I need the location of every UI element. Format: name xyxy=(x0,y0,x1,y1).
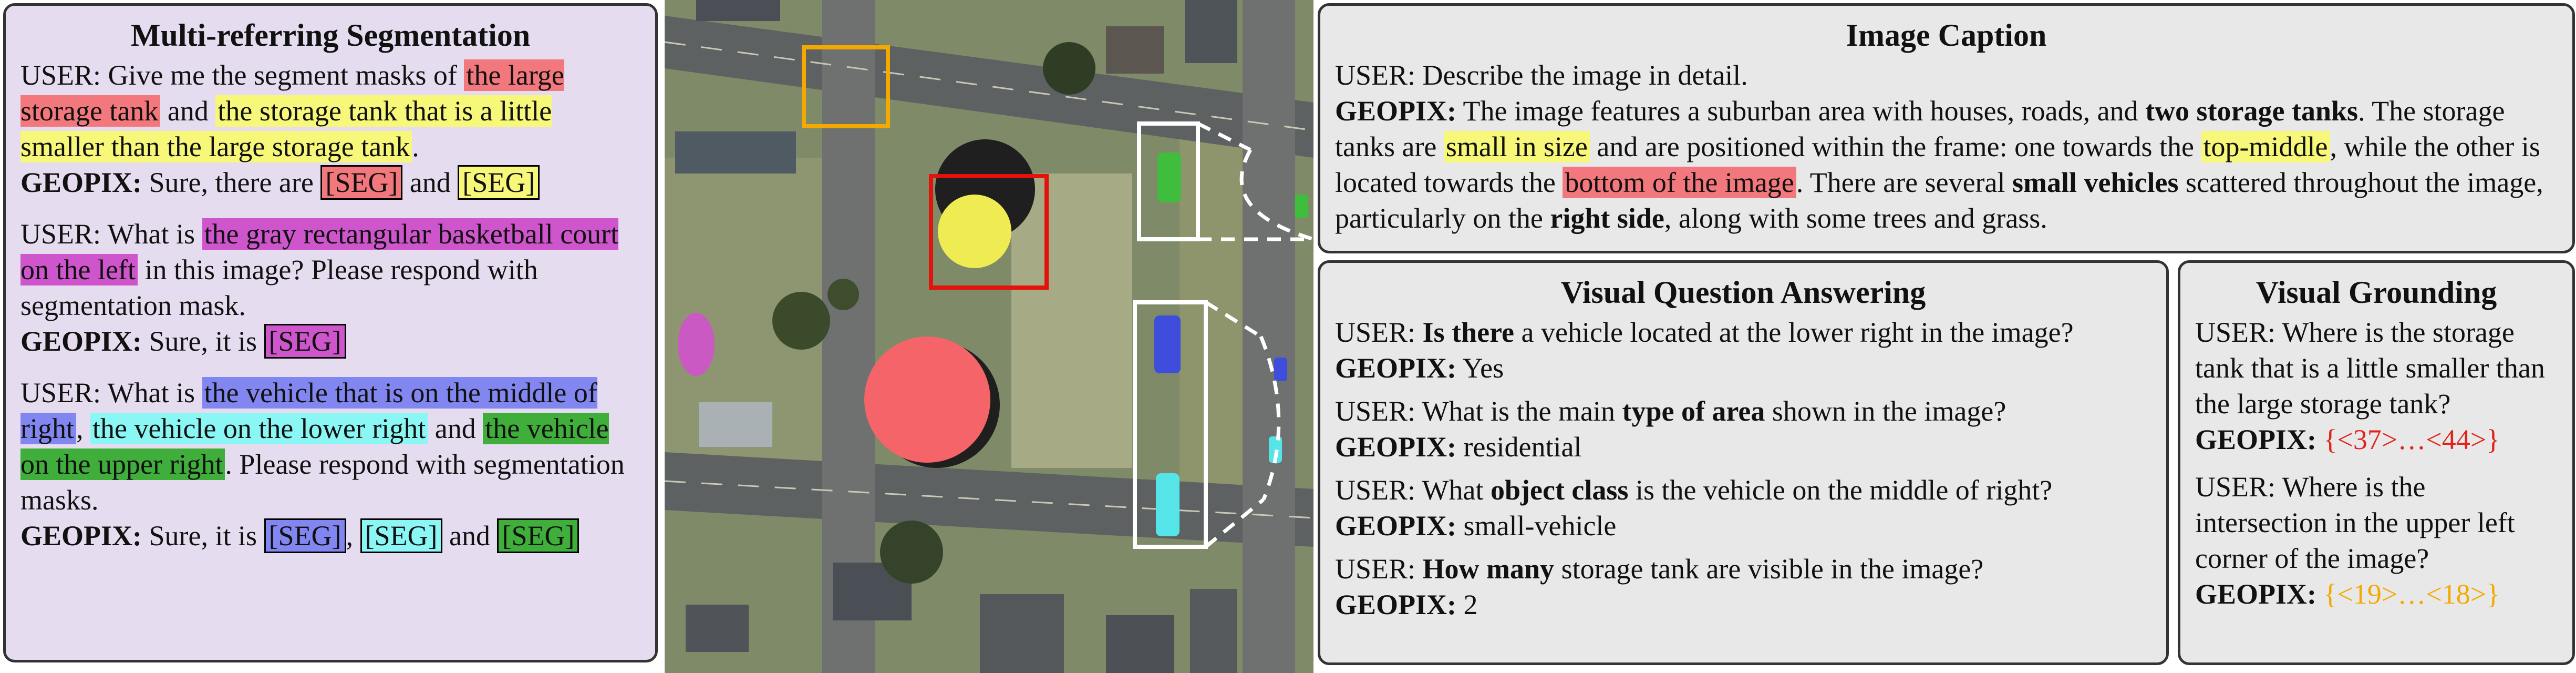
caption-geopix-label: GEOPIX: xyxy=(1335,95,1457,127)
q1-geopix-label: GEOPIX: xyxy=(20,167,142,198)
multi-referring-segmentation-panel: Multi-referring Segmentation USER: Give … xyxy=(3,3,658,662)
vg-a1: {<37>…<44>} xyxy=(2323,424,2500,455)
multi-example-3: USER: What is the vehicle that is on the… xyxy=(20,375,640,554)
vg-item-1: USER: Where is the storage tank that is … xyxy=(2195,314,2558,457)
visual-question-answering-panel: Visual Question Answering USER: Is there… xyxy=(1318,260,2169,665)
q3-seg-token-green: [SEG] xyxy=(497,518,580,553)
caption-h2: top-middle xyxy=(2201,131,2330,162)
q2-seg-token-magenta: [SEG] xyxy=(264,324,346,359)
q3-ref-lower-right-vehicle: the vehicle on the lower right xyxy=(90,413,428,444)
vqa-a1-label: GEOPIX: xyxy=(1335,352,1457,384)
multi-example-1: USER: Give me the segment masks of the l… xyxy=(20,57,640,200)
caption-b2: small vehicles xyxy=(2012,167,2179,198)
q3-and: and xyxy=(434,413,476,444)
aerial-scene-image xyxy=(665,0,1313,673)
vg-q2: USER: Where is the intersection in the u… xyxy=(2195,471,2515,574)
q1-and: and xyxy=(167,95,209,127)
vqa-a3-label: GEOPIX: xyxy=(1335,510,1457,542)
vqa-q2-a: USER: What is the main xyxy=(1335,395,1615,427)
caption-t5: . There are several xyxy=(1796,167,2005,198)
vqa-a4-label: GEOPIX: xyxy=(1335,589,1457,620)
q1-geopix-text: Sure, there are xyxy=(149,167,314,198)
q3-seg-comma: , xyxy=(346,520,354,552)
vqa-q2-c: shown in the image? xyxy=(1772,395,2006,427)
q1-seg-token-red: [SEG] xyxy=(320,165,403,200)
caption-b1: two storage tanks xyxy=(2145,95,2358,127)
vg-q1: USER: Where is the storage tank that is … xyxy=(2195,317,2545,420)
q1-user: USER: Give me the segment masks of xyxy=(20,59,457,91)
vqa-title: Visual Question Answering xyxy=(1560,275,1926,310)
caption-h3: bottom of the image xyxy=(1563,167,1796,198)
vqa-q3-b: object class xyxy=(1491,474,1629,506)
q3-geopix-label: GEOPIX: xyxy=(20,520,142,552)
vqa-q3-c: is the vehicle on the middle of right? xyxy=(1635,474,2053,506)
q2-geopix-text: Sure, it is xyxy=(149,325,257,357)
vqa-item-4: USER: How many storage tank are visible … xyxy=(1335,551,2151,623)
vg-title: Visual Grounding xyxy=(2256,275,2497,310)
image-caption-panel: Image Caption USER: Describe the image i… xyxy=(1318,3,2575,253)
vqa-q2-b: type of area xyxy=(1622,395,1765,427)
caption-t3: and are positioned within the frame: one… xyxy=(1597,131,2195,162)
q3-comma: , xyxy=(76,413,84,444)
q3-seg-token-cyan: [SEG] xyxy=(360,518,442,553)
q3-seg-token-blue: [SEG] xyxy=(264,518,346,553)
vqa-a1: Yes xyxy=(1462,352,1504,384)
vqa-q4-a: USER: xyxy=(1335,553,1416,585)
q2-user: USER: What is xyxy=(20,218,195,250)
q1-seg-and: and xyxy=(409,167,451,198)
vg-a1-label: GEOPIX: xyxy=(2195,424,2317,455)
multi-title: Multi-referring Segmentation xyxy=(130,18,531,53)
q3-seg-and: and xyxy=(449,520,490,552)
vqa-q3-a: USER: What xyxy=(1335,474,1484,506)
vqa-a2-label: GEOPIX: xyxy=(1335,431,1457,463)
vqa-a3: small-vehicle xyxy=(1463,510,1617,542)
caption-user: USER: Describe the image in detail. xyxy=(1335,59,1748,91)
vqa-q1-c: a vehicle located at the lower right in … xyxy=(1521,317,2074,348)
vqa-q1-a: USER: xyxy=(1335,317,1416,348)
vg-a2: {<19>…<18>} xyxy=(2323,578,2500,610)
caption-h1: small in size xyxy=(1443,131,1590,162)
caption-t1: The image features a suburban area with … xyxy=(1463,95,2138,127)
vqa-q1-b: Is there xyxy=(1422,317,1515,348)
vqa-item-2: USER: What is the main type of area show… xyxy=(1335,393,2151,465)
q3-geopix-text: Sure, it is xyxy=(149,520,257,552)
caption-t7: , along with some trees and grass. xyxy=(1664,202,2047,234)
q3-user: USER: What is xyxy=(20,377,195,409)
vqa-q4-b: How many xyxy=(1422,553,1555,585)
vg-a2-label: GEOPIX: xyxy=(2195,578,2317,610)
caption-title: Image Caption xyxy=(1846,18,2047,53)
vqa-item-1: USER: Is there a vehicle located at the … xyxy=(1335,314,2151,386)
vg-item-2: USER: Where is the intersection in the u… xyxy=(2195,469,2558,612)
caption-body: USER: Describe the image in detail. GEOP… xyxy=(1335,57,2558,236)
vqa-item-3: USER: What object class is the vehicle o… xyxy=(1335,472,2151,544)
vqa-a2: residential xyxy=(1463,431,1582,463)
visual-grounding-panel: Visual Grounding USER: Where is the stor… xyxy=(2178,260,2575,665)
q1-seg-token-yellow: [SEG] xyxy=(458,165,540,200)
multi-example-2: USER: What is the gray rectangular baske… xyxy=(20,216,640,359)
q2-geopix-label: GEOPIX: xyxy=(20,325,142,357)
caption-b3: right side xyxy=(1550,202,1664,234)
vqa-q4-c: storage tank are visible in the image? xyxy=(1561,553,1984,585)
vqa-a4: 2 xyxy=(1463,589,1478,620)
q1-end: . xyxy=(412,131,419,162)
